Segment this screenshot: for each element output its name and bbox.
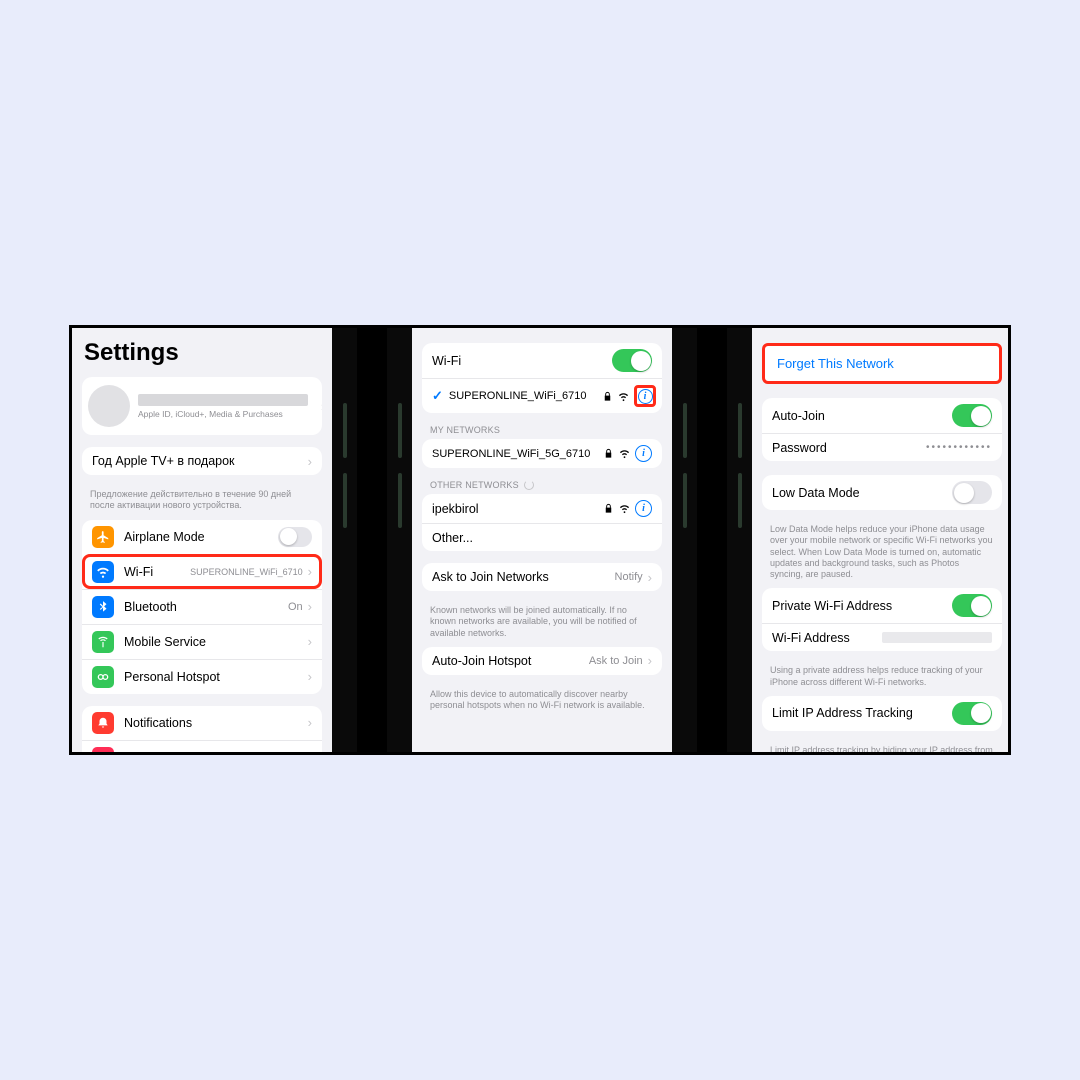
- lowdata-toggle[interactable]: [952, 481, 992, 504]
- wifi-signal-icon: [619, 503, 630, 514]
- alerts-group: Notifications › Sounds & Haptics › Focus…: [82, 706, 322, 753]
- limit-footer: Limit IP address tracking by hiding your…: [752, 743, 1011, 752]
- lock-icon: [603, 503, 614, 514]
- row-wifi[interactable]: Wi-Fi SUPERONLINE_WiFi_6710 ›: [82, 554, 322, 589]
- wifi-address-row: Wi-Fi Address: [762, 623, 1002, 651]
- othernetworks-group: ipekbirol i Other...: [422, 494, 662, 551]
- private-group: Private Wi-Fi Address Wi-Fi Address: [762, 588, 1002, 651]
- account-subtitle: Apple ID, iCloud+, Media & Purchases: [138, 409, 308, 419]
- row-hotspot[interactable]: Personal Hotspot ›: [82, 659, 322, 694]
- row-airplane[interactable]: Airplane Mode: [82, 520, 322, 554]
- page-title: Settings: [72, 328, 332, 377]
- promo-group[interactable]: Год Apple TV+ в подарок ›: [82, 447, 322, 475]
- avatar: [88, 385, 130, 427]
- wifi-signal-icon: [619, 448, 630, 459]
- password-dots: ••••••••••••: [926, 442, 992, 453]
- network-detail-panel: Forget This Network Auto-Join Password •…: [752, 328, 1011, 752]
- wifi-toggle-group: Wi-Fi ✓ SUPERONLINE_WiFi_6710 i: [422, 343, 662, 413]
- promo-footer: Предложение действительно в течение 90 д…: [72, 487, 332, 520]
- connected-network-row[interactable]: ✓ SUPERONLINE_WiFi_6710 i: [422, 378, 662, 413]
- lowdata-footer: Low Data Mode helps reduce your iPhone d…: [752, 522, 1011, 588]
- bluetooth-icon: [92, 596, 114, 618]
- chevron-right-icon: ›: [308, 750, 312, 752]
- airplane-toggle[interactable]: [278, 527, 312, 547]
- network-info-button[interactable]: i: [635, 445, 652, 462]
- ask-footer: Known networks will be joined automatica…: [412, 603, 672, 647]
- connectivity-group: Airplane Mode Wi-Fi SUPERONLINE_WiFi_671…: [82, 520, 322, 694]
- chevron-right-icon: ›: [308, 599, 312, 614]
- forget-group[interactable]: Forget This Network: [762, 343, 1002, 384]
- chevron-right-icon: ›: [308, 634, 312, 649]
- wifi-panel: Wi-Fi ✓ SUPERONLINE_WiFi_6710 i MY NETWO…: [412, 328, 672, 752]
- other-network-row[interactable]: Other...: [422, 523, 662, 551]
- wifi-master-row[interactable]: Wi-Fi: [422, 343, 662, 378]
- checkmark-icon: ✓: [432, 388, 443, 404]
- airplane-icon: [92, 526, 114, 548]
- antenna-icon: [92, 631, 114, 653]
- wifi-signal-icon: [618, 391, 629, 402]
- othernetworks-header: OTHER NETWORKS: [412, 480, 672, 494]
- chevron-right-icon: ›: [648, 570, 652, 585]
- lowdata-row[interactable]: Low Data Mode: [762, 475, 1002, 510]
- limit-toggle[interactable]: [952, 702, 992, 725]
- mynetworks-header: MY NETWORKS: [412, 425, 672, 439]
- wifi-address-redacted: [882, 632, 992, 643]
- wifi-value: SUPERONLINE_WiFi_6710: [190, 567, 303, 577]
- password-row[interactable]: Password ••••••••••••: [762, 433, 1002, 461]
- lowdata-group: Low Data Mode: [762, 475, 1002, 510]
- autojoin-row[interactable]: Auto-Join: [762, 398, 1002, 433]
- autojoin-row[interactable]: Auto-Join Hotspot Ask to Join ›: [422, 647, 662, 675]
- autojoin-pwd-group: Auto-Join Password ••••••••••••: [762, 398, 1002, 461]
- phone-edge: [387, 328, 412, 752]
- autojoin-group: Auto-Join Hotspot Ask to Join ›: [422, 647, 662, 675]
- row-notifications[interactable]: Notifications ›: [82, 706, 322, 740]
- chevron-right-icon: ›: [308, 454, 312, 469]
- lock-icon: [602, 391, 613, 402]
- private-row[interactable]: Private Wi-Fi Address: [762, 588, 1002, 623]
- gap: [697, 328, 727, 752]
- autojoin-toggle[interactable]: [952, 404, 992, 427]
- network-info-button[interactable]: i: [634, 385, 656, 407]
- chevron-right-icon: ›: [308, 669, 312, 684]
- ask-group: Ask to Join Networks Notify ›: [422, 563, 662, 591]
- private-toggle[interactable]: [952, 594, 992, 617]
- chevron-right-icon: ›: [321, 399, 322, 414]
- promo-title: Год Apple TV+ в подарок: [92, 454, 303, 468]
- lock-icon: [603, 448, 614, 459]
- account-group[interactable]: Apple ID, iCloud+, Media & Purchases ›: [82, 377, 322, 435]
- phone-edge: [727, 328, 752, 752]
- private-footer: Using a private address helps reduce tra…: [752, 663, 1011, 696]
- wifi-toggle[interactable]: [612, 349, 652, 372]
- phone-edge: [672, 328, 697, 752]
- chevron-right-icon: ›: [648, 653, 652, 668]
- tutorial-frame: Settings Apple ID, iCloud+, Media & Purc…: [69, 325, 1011, 755]
- speaker-icon: [92, 747, 114, 753]
- row-mobile[interactable]: Mobile Service ›: [82, 624, 322, 659]
- limit-group: Limit IP Address Tracking: [762, 696, 1002, 731]
- forget-button[interactable]: Forget This Network: [765, 346, 999, 381]
- ask-row[interactable]: Ask to Join Networks Notify ›: [422, 563, 662, 591]
- row-sounds[interactable]: Sounds & Haptics ›: [82, 740, 322, 753]
- spinner-icon: [524, 480, 534, 490]
- chevron-right-icon: ›: [308, 564, 312, 579]
- gap: [357, 328, 387, 752]
- autojoin-footer: Allow this device to automatically disco…: [412, 687, 672, 720]
- mynetwork-row[interactable]: SUPERONLINE_WiFi_5G_6710 i: [422, 439, 662, 468]
- bell-icon: [92, 712, 114, 734]
- row-bluetooth[interactable]: Bluetooth On ›: [82, 589, 322, 624]
- othernetwork-row[interactable]: ipekbirol i: [422, 494, 662, 523]
- wifi-icon: [92, 561, 114, 583]
- phone-edge: [332, 328, 357, 752]
- settings-panel: Settings Apple ID, iCloud+, Media & Purc…: [72, 328, 332, 752]
- network-info-button[interactable]: i: [635, 500, 652, 517]
- account-name-redacted: [138, 394, 308, 406]
- limit-row[interactable]: Limit IP Address Tracking: [762, 696, 1002, 731]
- hotspot-icon: [92, 666, 114, 688]
- chevron-right-icon: ›: [308, 715, 312, 730]
- mynetworks-group: SUPERONLINE_WiFi_5G_6710 i: [422, 439, 662, 468]
